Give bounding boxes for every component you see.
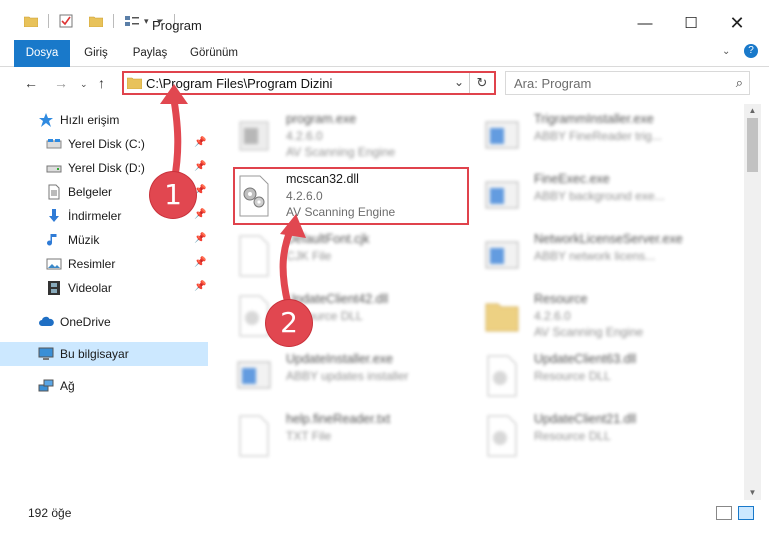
arrow-1-icon [170,96,182,186]
item-count: 192 öğe [28,506,72,520]
annotation-arrows [160,84,306,308]
large-icons-view-icon[interactable] [738,506,754,520]
annotation-badge-2: 2 [266,300,312,346]
details-view-icon[interactable] [716,506,732,520]
annotation-badge-1: 1 [150,172,196,218]
arrow-2-icon [279,222,296,308]
arrow-1-head-icon [160,84,188,104]
arrow-2-head-icon [280,214,306,238]
status-bar: 192 öğe [0,502,769,524]
